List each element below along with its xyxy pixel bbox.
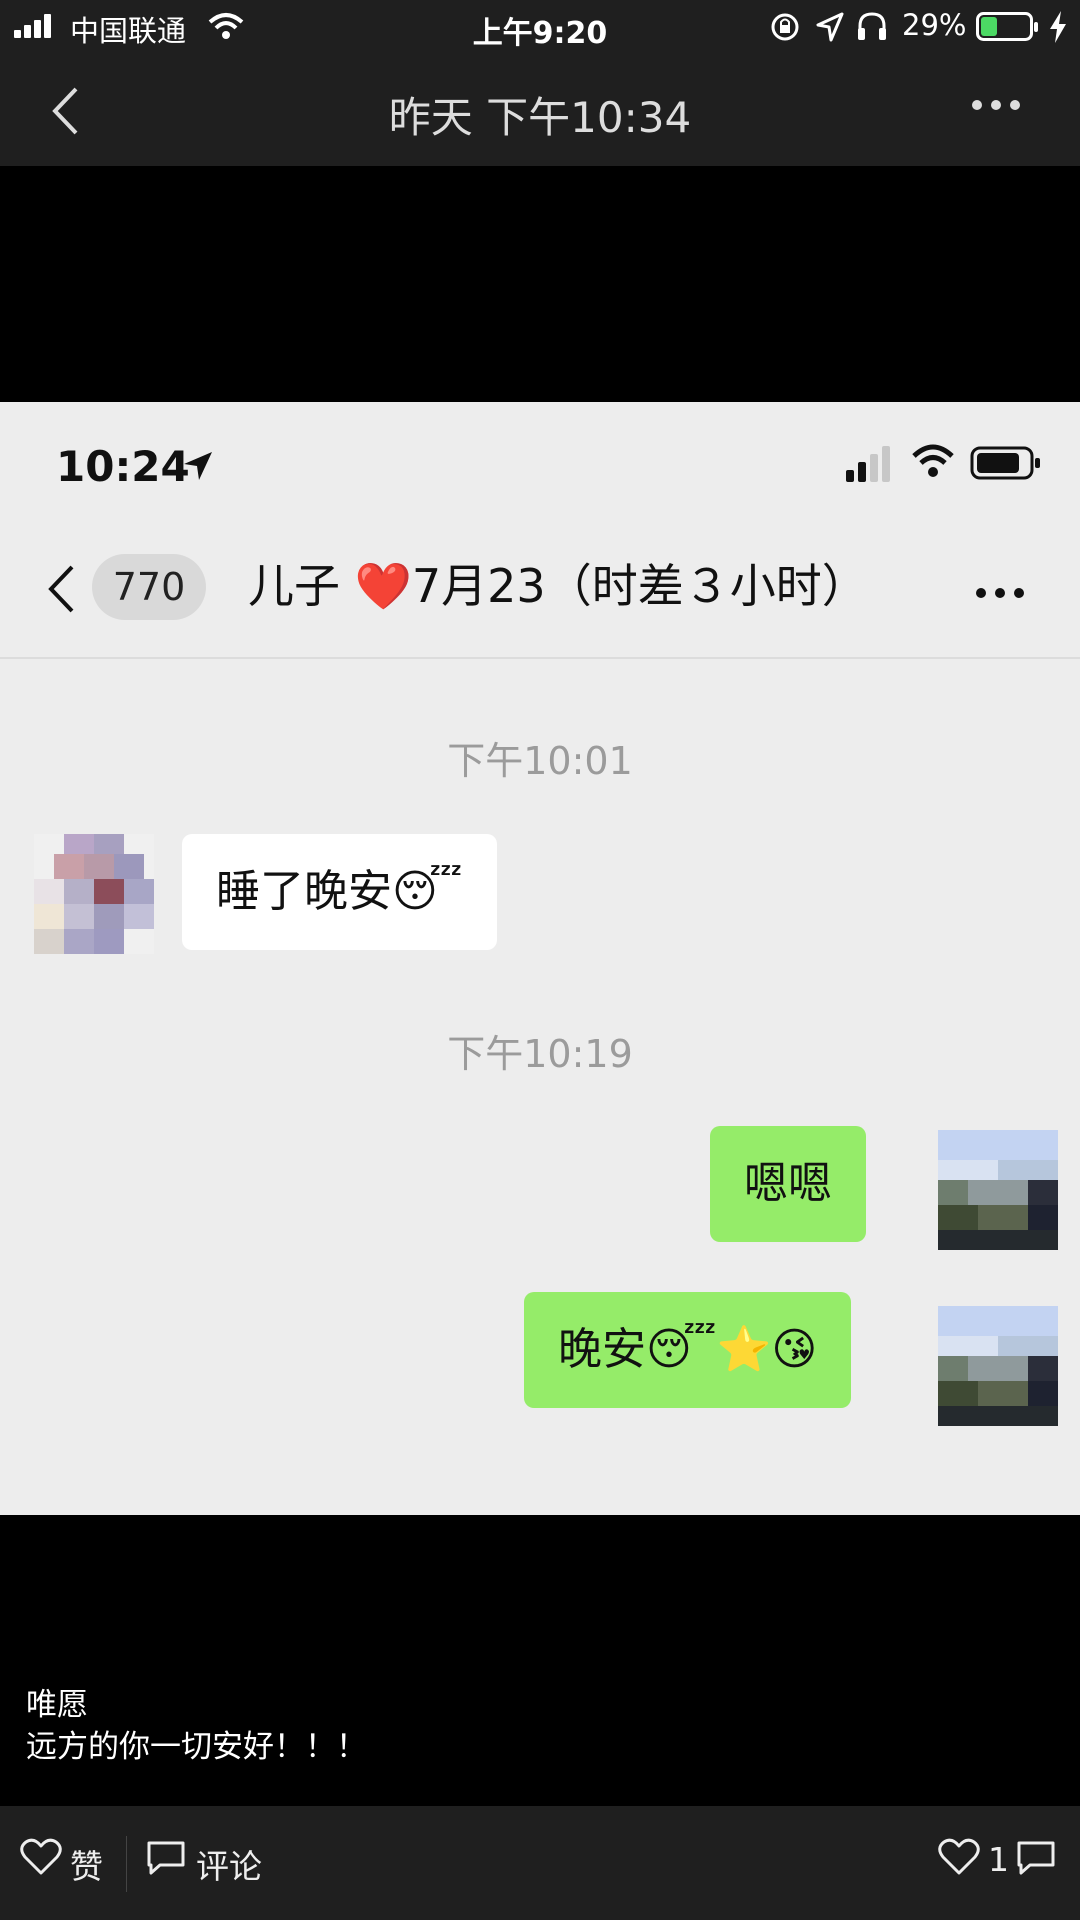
inner-wifi-icon (912, 444, 954, 477)
bottom-action-bar: 赞 评论 1 (0, 1806, 1080, 1920)
inner-location-arrow-icon (184, 452, 212, 480)
like-button[interactable]: 赞 (70, 1840, 103, 1888)
contact-avatar (34, 834, 154, 954)
inner-signal-icon (846, 446, 890, 482)
inner-more-icon (976, 588, 1024, 598)
charging-bolt-icon (1050, 11, 1066, 43)
caption-line: 唯愿 (26, 1687, 88, 1723)
inner-back-icon (48, 565, 74, 613)
unread-count-badge: 770 (92, 554, 206, 620)
comments-icon[interactable] (1016, 1840, 1056, 1876)
battery-icon (976, 12, 1038, 41)
like-heart-icon[interactable] (20, 1838, 62, 1876)
comment-button[interactable]: 评论 (196, 1840, 262, 1888)
likes-heart-icon[interactable] (938, 1838, 980, 1876)
chat-timestamp: 下午10:01 (447, 739, 633, 783)
outer-status-bar: 中国联通 上午9:20 29% (0, 0, 1080, 54)
outer-nav-bar: 昨天 下午10:34 (0, 54, 1080, 166)
chat-title: 儿子 ❤️7月23（时差３小时） (248, 559, 868, 613)
self-avatar (938, 1306, 1058, 1426)
rotation-lock-icon (771, 13, 799, 41)
more-icon[interactable] (970, 98, 1022, 112)
divider (126, 1836, 127, 1892)
message-bubble-sent: 晚安😴⭐😘 (524, 1292, 852, 1408)
like-count: 1 (988, 1840, 1009, 1879)
caption-line: 远方的你一切安好！！！ (26, 1729, 367, 1765)
chat-timestamp: 下午10:19 (447, 1032, 633, 1076)
headphones-icon (858, 12, 886, 40)
message-bubble-sent: 嗯嗯 (710, 1126, 866, 1242)
inner-nav-bar: 770 儿子 ❤️7月23（时差３小时） (0, 512, 1080, 659)
post-caption: 唯愿 远方的你一切安好！！！ (26, 1684, 367, 1768)
self-avatar (938, 1130, 1058, 1250)
message-bubble-received: 睡了晚安😴 (182, 834, 497, 950)
inner-status-time: 10:24 (56, 442, 190, 491)
chat-screenshot-image[interactable]: 10:24 770 儿子 ❤️7月23（时差３小时） 下午10:01 睡了晚安😴… (0, 402, 1080, 1515)
post-time-title: 昨天 下午10:34 (388, 93, 692, 142)
battery-percent: 29% (902, 8, 967, 42)
location-arrow-icon (816, 12, 844, 42)
inner-battery-icon (970, 446, 1040, 480)
comment-icon[interactable] (146, 1840, 186, 1876)
